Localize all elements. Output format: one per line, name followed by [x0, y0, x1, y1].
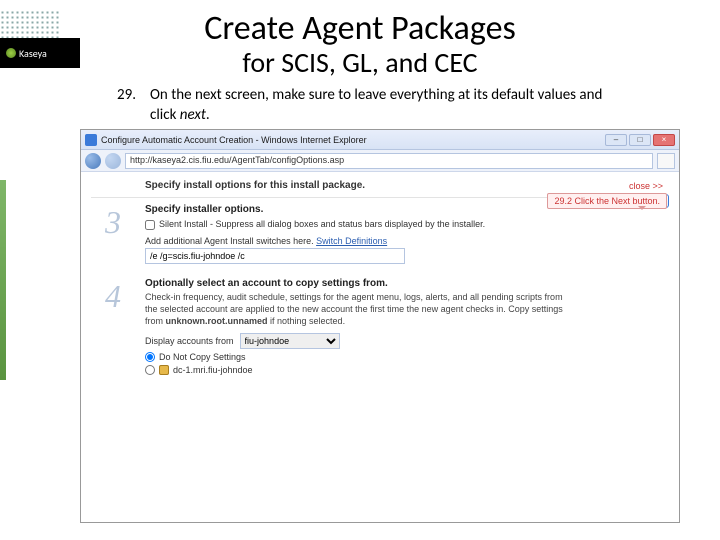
step-4: 4 Optionally select an account to copy s…	[91, 278, 669, 375]
display-accounts-row: Display accounts from fiu-johndoe	[145, 333, 569, 349]
tutorial-callout: 29.2 Click the Next button.	[547, 193, 667, 209]
switches-label: Add additional Agent Install switches he…	[145, 236, 569, 246]
step-number-4: 4	[91, 278, 135, 375]
display-accounts-label: Display accounts from	[145, 336, 234, 346]
slide-title: Create Agent Packages	[0, 8, 720, 49]
back-nav-icon[interactable]	[85, 153, 101, 169]
page-content: 29.2 Click the Next button. Specify inst…	[81, 172, 679, 522]
silent-install-row: Silent Install - Suppress all dialog box…	[145, 219, 569, 230]
close-button[interactable]: ×	[653, 134, 675, 146]
address-field[interactable]: http://kaseya2.cis.fiu.edu/AgentTab/conf…	[125, 153, 653, 169]
step-3-title: Specify installer options.	[145, 204, 569, 215]
switch-definitions-link[interactable]: Switch Definitions	[316, 236, 387, 246]
radio-do-not-copy: Do Not Copy Settings	[145, 352, 569, 362]
forward-nav-icon[interactable]	[105, 153, 121, 169]
step-4-title: Optionally select an account to copy set…	[145, 278, 569, 289]
ie-favicon	[85, 134, 97, 146]
silent-install-label: Silent Install - Suppress all dialog box…	[159, 219, 485, 229]
instruction-number: 29.	[100, 86, 150, 125]
search-box[interactable]	[657, 153, 675, 169]
step-number-3: 3	[91, 204, 135, 264]
step-4-desc: Check-in frequency, audit schedule, sett…	[145, 291, 569, 327]
green-accent-bar	[0, 180, 6, 380]
instruction-text: On the next screen, make sure to leave e…	[150, 86, 632, 125]
kaseya-logo: Kaseya	[0, 38, 80, 68]
page-title: Specify install options for this install…	[145, 180, 365, 191]
display-accounts-select[interactable]: fiu-johndoe	[240, 333, 340, 349]
window-buttons: – □ ×	[605, 134, 675, 146]
agent-icon	[159, 365, 169, 375]
step-3-body: Specify installer options. Silent Instal…	[145, 204, 569, 264]
logo-dots	[0, 10, 60, 38]
silent-install-checkbox[interactable]	[145, 220, 155, 230]
step-3: 3 Specify installer options. Silent Inst…	[91, 204, 669, 264]
radio-copy-account: dc-1.mri.fiu-johndoe	[145, 365, 569, 375]
slide-subtitle: for SCIS, GL, and CEC	[0, 45, 720, 80]
ie-titlebar: Configure Automatic Account Creation - W…	[81, 130, 679, 150]
ie-address-bar: http://kaseya2.cis.fiu.edu/AgentTab/conf…	[81, 150, 679, 172]
radio-copy-account-input[interactable]	[145, 365, 155, 375]
ie-window-title: Configure Automatic Account Creation - W…	[101, 135, 605, 145]
minimize-button[interactable]: –	[605, 134, 627, 146]
radio-do-not-copy-input[interactable]	[145, 352, 155, 362]
close-link[interactable]: close >>	[629, 181, 667, 191]
embedded-screenshot: Configure Automatic Account Creation - W…	[80, 129, 680, 523]
instruction-row: 29. On the next screen, make sure to lea…	[100, 86, 632, 125]
maximize-button[interactable]: □	[629, 134, 651, 146]
step-4-body: Optionally select an account to copy set…	[145, 278, 569, 375]
slide-header: Create Agent Packages for SCIS, GL, and …	[0, 0, 720, 80]
switches-input[interactable]	[145, 248, 405, 264]
